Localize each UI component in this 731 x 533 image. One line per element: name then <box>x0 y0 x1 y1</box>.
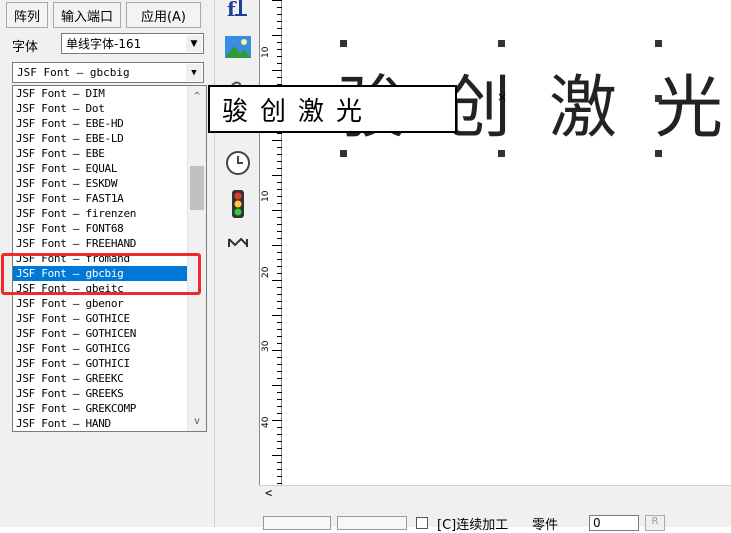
continuous-label: [C]连续加工 <box>437 518 509 533</box>
font-list-item[interactable]: JSF Font — GREEKC <box>13 371 189 386</box>
scroll-left-icon[interactable]: < <box>265 486 272 500</box>
font-list-item[interactable]: JSF Font — GREKCOMP <box>13 401 189 416</box>
font-list-item[interactable]: JSF Font — GOTHICE <box>13 311 189 326</box>
font-list-item[interactable]: JSF Font — Dot <box>13 101 189 116</box>
font-name-value: JSF Font — gbcbig <box>17 66 130 79</box>
font-list-item[interactable]: JSF Font — firenzen <box>13 206 189 221</box>
clock-icon[interactable] <box>223 148 253 178</box>
horizontal-scrollbar[interactable]: < <box>259 485 731 502</box>
font-list-item[interactable]: JSF Font — FONT68 <box>13 221 189 236</box>
font-list-item[interactable]: JSF Font — ESKDW <box>13 176 189 191</box>
ruler-label: 30 <box>261 340 271 352</box>
reset-button[interactable]: R <box>645 515 665 531</box>
bottom-bar: [C]连续加工 零件 0 R <box>259 502 731 533</box>
selection-handle[interactable] <box>655 150 662 157</box>
center-marker-icon: × <box>497 90 508 104</box>
font-list-item[interactable]: JSF Font — GOTHICG <box>13 341 189 356</box>
ruler-label: 20 <box>261 266 271 278</box>
font-list-item[interactable]: JSF Font — FREEHAND <box>13 236 189 251</box>
font-list-item[interactable]: JSF Font — DIM <box>13 86 189 101</box>
svg-text:f: f <box>227 0 237 20</box>
scroll-thumb[interactable] <box>190 166 204 210</box>
continuous-checkbox[interactable] <box>416 517 428 529</box>
ruler-label: 10 <box>261 46 271 58</box>
font-list-item[interactable]: JSF Font — EBE-HD <box>13 116 189 131</box>
ruler-label: 10 <box>261 190 271 202</box>
font-list-item[interactable]: JSF Font — gbenor <box>13 296 189 311</box>
chevron-down-icon[interactable]: ▼ <box>186 64 202 81</box>
array-button[interactable]: 阵列 <box>6 2 48 28</box>
font-type-value: 单线字体-161 <box>66 37 142 51</box>
apply-button[interactable]: 应用(A) <box>126 2 201 28</box>
scroll-down-icon[interactable]: v <box>188 413 206 429</box>
text-edit-box[interactable]: 骏创激光 <box>208 85 457 133</box>
input-port-button[interactable]: 输入端口 <box>53 2 121 28</box>
font-list-item[interactable]: JSF Font — GOTHICI <box>13 356 189 371</box>
selection-handle[interactable] <box>340 40 347 47</box>
scroll-up-icon[interactable]: ^ <box>188 88 206 104</box>
vertical-ruler: 10 0 10 20 30 40 <box>259 0 282 485</box>
ruler-label: 40 <box>261 416 271 428</box>
font-list-item[interactable]: JSF Font — EBE-LD <box>13 131 189 146</box>
parts-input[interactable]: 0 <box>589 515 639 531</box>
font-list-item[interactable]: JSF Font — FAST1A <box>13 191 189 206</box>
traffic-light-icon[interactable] <box>223 189 253 219</box>
font-type-combo[interactable]: 单线字体-161 ▼ <box>61 33 204 54</box>
font-name-combo[interactable]: JSF Font — gbcbig ▼ <box>12 62 204 83</box>
font-list-item[interactable]: JSF Font — EQUAL <box>13 161 189 176</box>
tool-palette: f <box>214 0 259 527</box>
selection-handle[interactable] <box>498 40 505 47</box>
chevron-down-icon[interactable]: ▼ <box>186 35 202 52</box>
font-list-item[interactable]: JSF Font — HAND <box>13 416 189 431</box>
parts-label: 零件 <box>532 518 559 533</box>
image-icon[interactable] <box>223 32 253 62</box>
selection-handle[interactable] <box>655 40 662 47</box>
font-list-item[interactable]: JSF Font — EBE <box>13 146 189 161</box>
selection-handle[interactable] <box>340 150 347 157</box>
selection-handle[interactable] <box>655 95 662 102</box>
text-tool-icon[interactable]: f <box>223 0 253 22</box>
bottom-button-1[interactable] <box>263 516 331 530</box>
bottom-button-2[interactable] <box>337 516 407 530</box>
selection-handle[interactable] <box>498 150 505 157</box>
signal-icon[interactable] <box>223 228 253 258</box>
font-label: 字体 <box>12 40 39 55</box>
selection-highlight-box <box>1 253 201 295</box>
font-list-item[interactable]: JSF Font — GOTHICEN <box>13 326 189 341</box>
font-list-item[interactable]: JSF Font — GREEKS <box>13 386 189 401</box>
